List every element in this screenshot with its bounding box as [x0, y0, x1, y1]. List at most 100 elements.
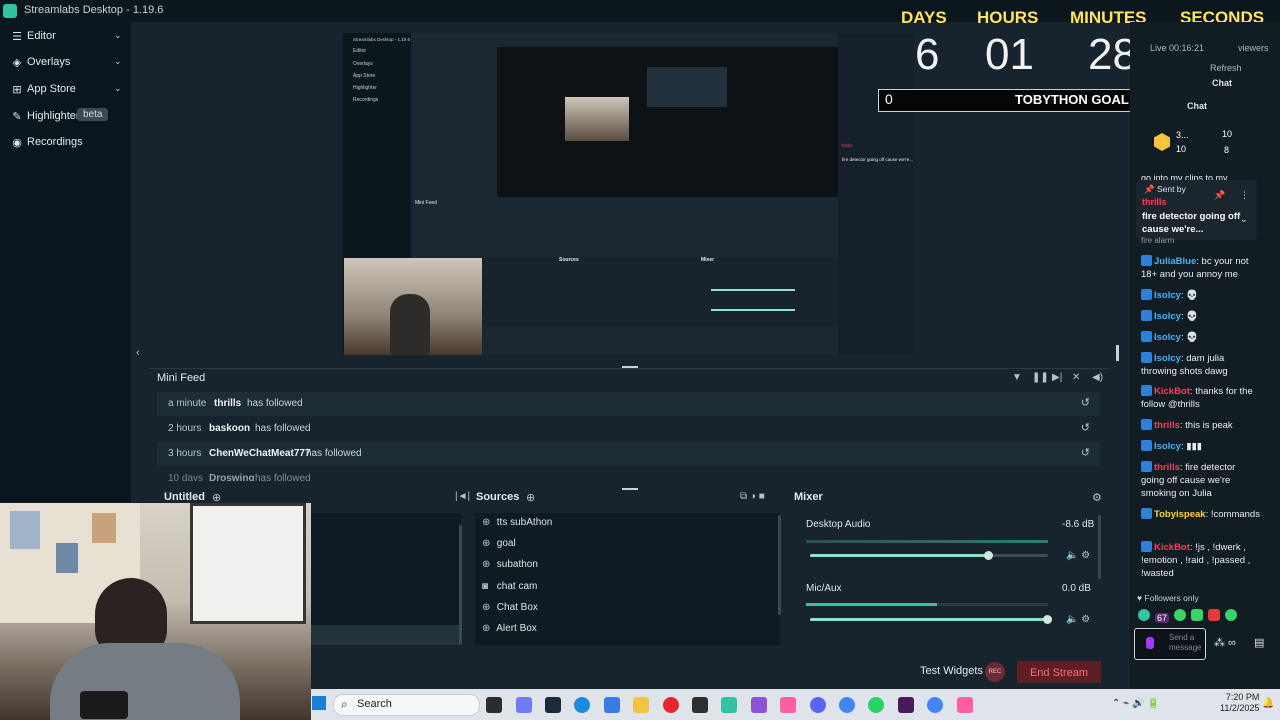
source-item[interactable]: ⊕ goal [482, 538, 516, 549]
emote-icon[interactable] [1138, 609, 1150, 621]
chrome-icon[interactable] [927, 697, 943, 713]
emote-bar[interactable]: 67 [1138, 609, 1238, 624]
end-stream-button[interactable]: End Stream [1017, 661, 1101, 683]
windows-start-icon[interactable] [312, 696, 326, 710]
volume-icon[interactable]: ◀) [1092, 372, 1103, 383]
feed-username[interactable]: baskoon [209, 423, 250, 434]
mute-alerts-icon[interactable]: ✕ [1072, 372, 1080, 383]
emote-icon[interactable] [1208, 609, 1221, 621]
volume-slider-knob[interactable] [983, 551, 993, 560]
sidebar-item-recordings[interactable]: ◉ Recordings [0, 130, 131, 156]
sources-scrollbar[interactable] [778, 515, 781, 615]
skip-icon[interactable]: ▶| [1052, 372, 1062, 383]
tray-icons[interactable]: ⌃ ⌁ 🔊 🔋 [1112, 698, 1160, 709]
source-item[interactable]: ⊕ Alert Box [482, 623, 537, 634]
sources-title: Sources [476, 491, 520, 503]
repeat-icon[interactable]: ↺ [1081, 396, 1090, 409]
emote-icon[interactable] [1225, 609, 1238, 621]
emote-icon[interactable] [1174, 609, 1187, 621]
chrome-icon[interactable] [839, 697, 855, 713]
source-item[interactable]: ⊕ Chat Box [482, 602, 538, 613]
feed-username[interactable]: Droswing [209, 473, 255, 481]
chat-username[interactable]: thrills [1154, 420, 1180, 431]
feed-username[interactable]: thrills [214, 398, 241, 409]
chat-username[interactable]: Isolcy [1154, 332, 1181, 343]
pinned-sent-by: 📌 Sent by [1144, 184, 1186, 194]
streamlabs-taskbar-icon[interactable] [721, 697, 737, 713]
copilot-icon[interactable] [516, 697, 532, 713]
pin-icon[interactable]: 📌 [1214, 190, 1225, 201]
scenes-scrollbar[interactable] [459, 525, 462, 645]
repeat-icon[interactable]: ↺ [1081, 421, 1090, 434]
volume-slider-knob[interactable] [1043, 615, 1052, 624]
stream-preview[interactable]: Streamlabs Desktop - 1.19.6 Editor Overl… [343, 33, 914, 355]
source-item[interactable]: ⊕ tts subAthon [482, 517, 552, 528]
resize-handle[interactable] [622, 488, 638, 490]
chevron-down-icon[interactable]: ⌄ [1240, 214, 1248, 225]
mixer-scrollbar[interactable] [1098, 515, 1101, 579]
chat-settings-icon[interactable]: ⁂ ∞ [1214, 636, 1236, 649]
chat-username[interactable]: Isolcy [1154, 353, 1181, 364]
pinned-message[interactable]: 📌 Sent by 📌 ⋮ thrills fire detector goin… [1136, 180, 1257, 240]
studio-mode-icon[interactable]: ⧉ ◑ ■ [740, 491, 765, 502]
mic-icon[interactable] [1146, 637, 1154, 649]
scene-selected-row[interactable] [311, 625, 461, 645]
source-item[interactable]: ◙ chat cam [482, 581, 537, 592]
discord-icon[interactable] [810, 697, 826, 713]
add-source-icon[interactable]: ⊕ [526, 491, 535, 504]
chat-username[interactable]: JuliaBlue [1154, 256, 1196, 267]
gear-icon[interactable]: ⚙ [1092, 491, 1102, 504]
collapse-chevron-left-icon[interactable]: ‹ [136, 347, 140, 359]
chat-username[interactable]: Isolcy [1154, 441, 1181, 452]
volume-slider[interactable] [810, 618, 1048, 621]
epic-games-icon[interactable] [692, 697, 708, 713]
speaker-icon[interactable]: 🔈 ⚙ [1066, 614, 1090, 625]
chat-username[interactable]: thrills [1154, 462, 1180, 473]
chat-resize-handle[interactable] [1116, 345, 1119, 361]
app-icon[interactable] [898, 697, 914, 713]
taskbar-search[interactable]: ⌕ Search [333, 694, 480, 716]
app-icon[interactable] [751, 697, 767, 713]
record-button[interactable]: REC [985, 662, 1005, 682]
sidebar: ☰ Editor ⌄ ◈ Overlays ⌄ ⊞ App Store ⌄ ✎ … [0, 22, 131, 502]
more-icon[interactable]: ⋮ [1240, 190, 1249, 201]
edge-icon[interactable] [574, 697, 590, 713]
emote-icon[interactable] [1191, 609, 1204, 621]
notifications-icon[interactable]: 🔔 [1262, 698, 1274, 709]
app-icon[interactable] [780, 697, 796, 713]
chat-username[interactable]: Tobyispeak [1154, 509, 1206, 520]
scenes-list[interactable] [311, 513, 461, 645]
whatsapp-icon[interactable] [868, 697, 884, 713]
taskbar-clock[interactable]: 7:20 PM 11/2/2025 [1220, 692, 1259, 714]
feed-username[interactable]: ChenWeChatMeat777 [209, 448, 311, 459]
sidebar-item-editor[interactable]: ☰ Editor ⌄ [0, 24, 131, 50]
popout-icon[interactable]: ▤ [1254, 636, 1264, 649]
sidebar-item-highlighter[interactable]: ✎ Highlighter beta [0, 104, 131, 130]
source-item[interactable]: ⊕ subathon [482, 559, 538, 570]
volume-slider[interactable] [810, 554, 1048, 557]
filter-icon[interactable]: ▼ [1012, 372, 1022, 383]
store-app-icon[interactable] [604, 697, 620, 713]
task-view-icon[interactable] [486, 697, 502, 713]
source-layout-icon[interactable]: |◄| [455, 491, 470, 502]
globe-icon: ⊕ [482, 559, 491, 570]
steam-icon[interactable] [545, 697, 561, 713]
chat-username[interactable]: Isolcy [1154, 311, 1181, 322]
sidebar-item-overlays[interactable]: ◈ Overlays ⌄ [0, 50, 131, 76]
repeat-icon[interactable]: ↺ [1081, 446, 1090, 459]
file-explorer-icon[interactable] [633, 697, 649, 713]
sidebar-item-app-store[interactable]: ⊞ App Store ⌄ [0, 77, 131, 103]
pause-icon[interactable]: ❚❚ [1032, 372, 1049, 383]
feed-time: a minute [168, 398, 207, 409]
chat-input[interactable]: Send a message [1134, 628, 1206, 660]
app-icon[interactable] [957, 697, 973, 713]
opera-icon[interactable] [663, 697, 679, 713]
chat-username[interactable]: KickBot [1154, 386, 1190, 397]
test-widgets-button[interactable]: Test Widgets [920, 665, 983, 677]
chat-username[interactable]: Isolcy [1154, 290, 1181, 301]
speaker-icon[interactable]: 🔈 ⚙ [1066, 550, 1090, 561]
refresh-link[interactable]: Refresh [1210, 63, 1242, 73]
resize-handle[interactable] [622, 366, 638, 368]
chat-username[interactable]: KickBot [1154, 542, 1190, 553]
scenes-title[interactable]: Untitled [164, 491, 205, 503]
